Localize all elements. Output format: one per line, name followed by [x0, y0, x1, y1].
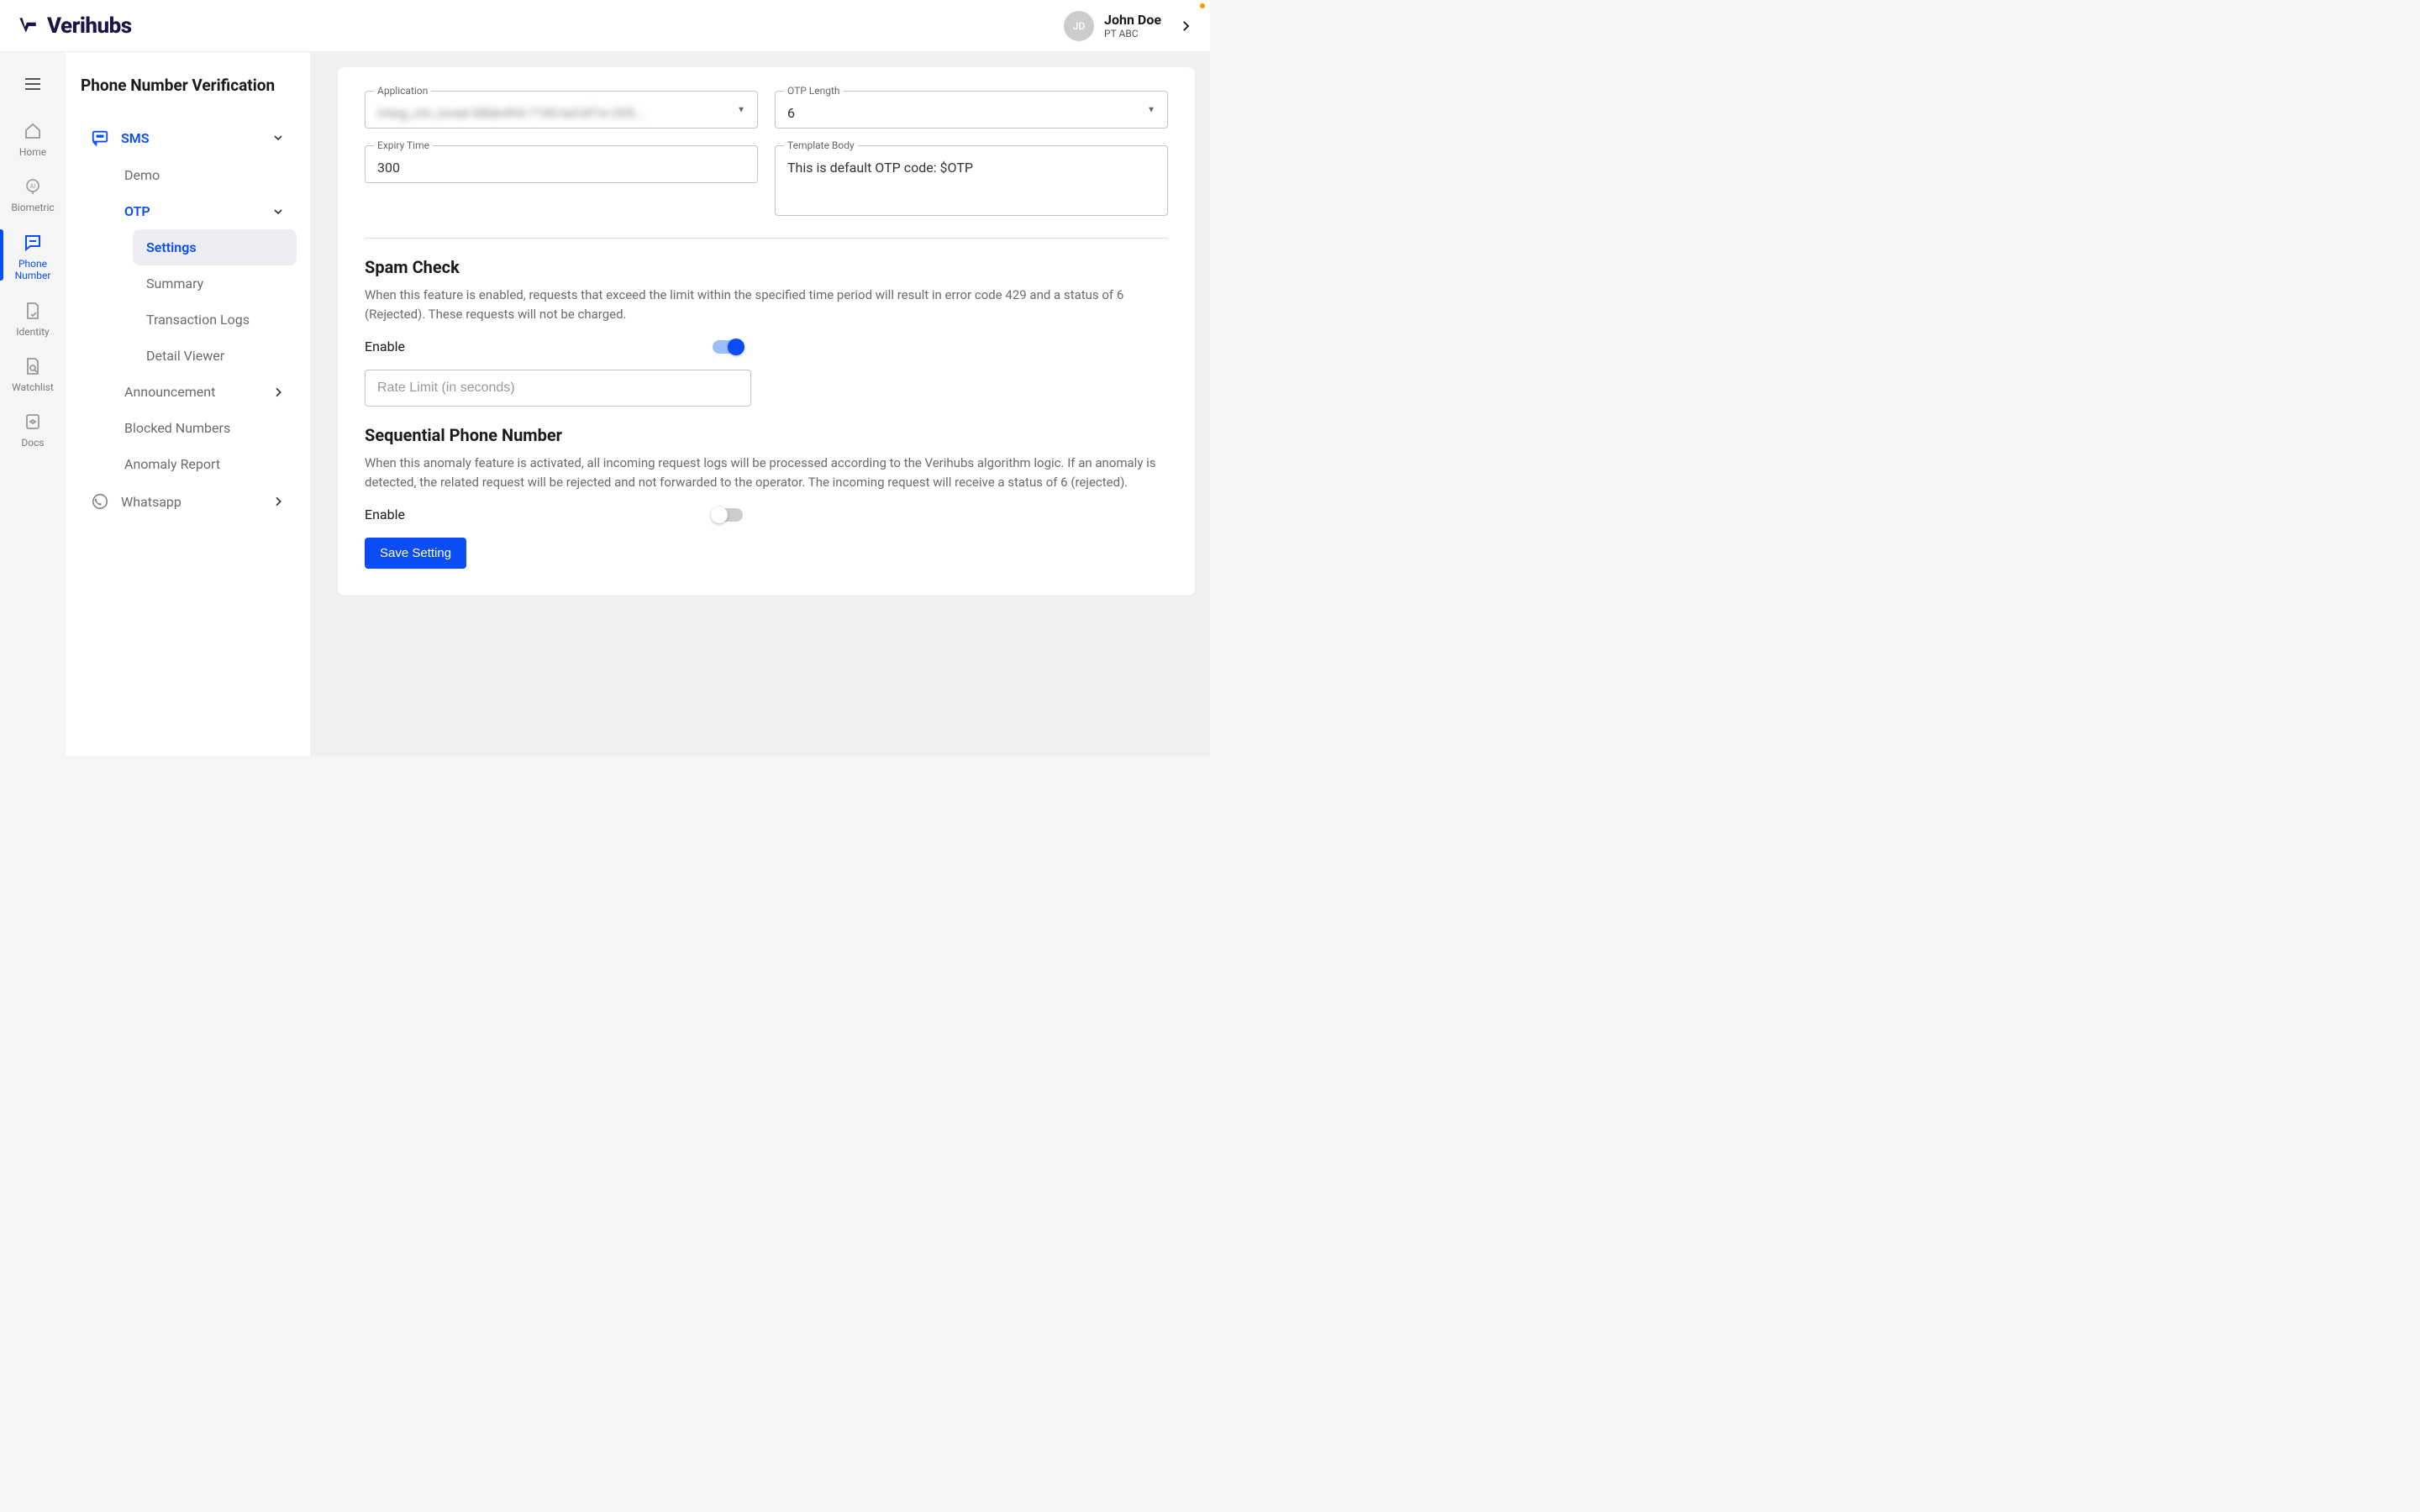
sms-icon: [91, 129, 109, 147]
tree-label: OTP: [124, 203, 150, 219]
tree-otp-transaction-logs[interactable]: Transaction Logs: [133, 302, 297, 338]
biometric-icon: AI: [23, 176, 43, 197]
tree-label: Whatsapp: [121, 494, 182, 510]
application-select[interactable]: Application integ_ctn_lorad-98bb494-7180…: [365, 91, 758, 129]
spam-check-toggle[interactable]: [713, 340, 743, 354]
tree-demo[interactable]: Demo: [111, 157, 297, 193]
menu-toggle-button[interactable]: [18, 69, 48, 99]
rail-label: Identity: [16, 326, 49, 338]
field-label: OTP Length: [784, 85, 844, 97]
main-content: Application integ_ctn_lorad-98bb494-7180…: [311, 52, 1210, 756]
enable-label: Enable: [365, 507, 405, 522]
sequential-title: Sequential Phone Number: [365, 425, 1168, 445]
user-menu[interactable]: JD John Doe PT ABC: [1064, 11, 1193, 41]
tree-announcement[interactable]: Announcement: [111, 374, 297, 410]
panel-title: Phone Number Verification: [79, 76, 297, 95]
tree-label: Settings: [146, 239, 197, 255]
caret-down-icon: ▼: [1147, 105, 1155, 114]
rail-item-phone-number[interactable]: Phone Number: [0, 224, 66, 292]
spam-check-desc: When this feature is enabled, requests t…: [365, 286, 1168, 323]
field-label: Template Body: [784, 139, 858, 151]
tree-otp-settings[interactable]: Settings: [133, 229, 297, 265]
home-icon: [23, 121, 43, 141]
tree-label: Announcement: [124, 384, 215, 400]
tree-blocked-numbers[interactable]: Blocked Numbers: [111, 410, 297, 446]
sequential-desc: When this anomaly feature is activated, …: [365, 454, 1168, 491]
watchlist-icon: [23, 356, 43, 376]
field-value: This is default OTP code: $OTP: [787, 160, 1155, 207]
field-value: 300: [377, 160, 745, 176]
settings-card: Application integ_ctn_lorad-98bb494-7180…: [338, 67, 1195, 596]
field-label: Expiry Time: [374, 139, 433, 151]
rate-limit-input[interactable]: [365, 370, 751, 407]
avatar: JD: [1064, 11, 1094, 41]
rail-label: Watchlist: [12, 381, 54, 393]
whatsapp-icon: [91, 492, 109, 511]
brand-mark-icon: [17, 14, 40, 38]
save-button[interactable]: Save Setting: [365, 538, 466, 569]
identity-icon: [23, 301, 43, 321]
rail-label: Home: [19, 146, 46, 158]
docs-icon: [23, 412, 43, 432]
rail-item-biometric[interactable]: AI Biometric: [0, 168, 66, 223]
chevron-right-icon: [271, 386, 285, 399]
tree-anomaly-report[interactable]: Anomaly Report: [111, 446, 297, 482]
svg-text:AI: AI: [30, 183, 36, 190]
tree-otp-summary[interactable]: Summary: [133, 265, 297, 302]
chevron-right-icon: [271, 495, 285, 508]
tree-label: Summary: [146, 276, 203, 291]
rail-label: Biometric: [11, 202, 54, 213]
message-icon: [23, 233, 43, 253]
chevron-down-icon: [271, 131, 285, 144]
tree-label: Demo: [124, 167, 160, 183]
chevron-right-icon: [1178, 18, 1193, 34]
user-name: John Doe: [1104, 12, 1161, 28]
otp-length-select[interactable]: OTP Length 6 ▼: [775, 91, 1168, 129]
rail-item-watchlist[interactable]: Watchlist: [0, 348, 66, 403]
nav-rail: Home AI Biometric Phone Number Identity …: [0, 52, 66, 756]
tree-whatsapp[interactable]: Whatsapp: [79, 482, 297, 521]
brand-logo[interactable]: Verihubs: [17, 13, 132, 39]
field-value: 6: [787, 105, 1155, 121]
expiry-time-input[interactable]: Expiry Time 300: [365, 145, 758, 183]
side-panel: Phone Number Verification SMS Demo OTP: [66, 52, 311, 756]
enable-label: Enable: [365, 339, 405, 354]
tree-otp[interactable]: OTP: [111, 193, 297, 229]
rail-label: Phone Number: [0, 258, 66, 282]
template-body-input[interactable]: Template Body This is default OTP code: …: [775, 145, 1168, 216]
sequential-toggle[interactable]: [713, 508, 743, 522]
field-label: Application: [374, 85, 431, 97]
brand-name: Verihubs: [47, 13, 132, 39]
tree-sms[interactable]: SMS: [79, 118, 297, 157]
rail-label: Docs: [21, 437, 44, 449]
tree-label: SMS: [121, 130, 150, 146]
tree-label: Anomaly Report: [124, 456, 220, 472]
user-org: PT ABC: [1104, 28, 1161, 39]
field-value: integ_ctn_lorad-98bb494-7180-bd-bf1e-205…: [377, 105, 745, 121]
chevron-down-icon: [271, 205, 285, 218]
rail-item-identity[interactable]: Identity: [0, 292, 66, 348]
rail-item-docs[interactable]: Docs: [0, 403, 66, 459]
spam-check-title: Spam Check: [365, 257, 1168, 277]
rail-item-home[interactable]: Home: [0, 113, 66, 168]
tree-otp-detail-viewer[interactable]: Detail Viewer: [133, 338, 297, 374]
divider: [365, 238, 1168, 239]
app-header: Verihubs JD John Doe PT ABC: [0, 0, 1210, 52]
tree-label: Detail Viewer: [146, 348, 224, 364]
tree-label: Transaction Logs: [146, 312, 250, 328]
caret-down-icon: ▼: [737, 105, 745, 114]
tree-label: Blocked Numbers: [124, 420, 230, 436]
notification-dot: [1200, 3, 1205, 8]
